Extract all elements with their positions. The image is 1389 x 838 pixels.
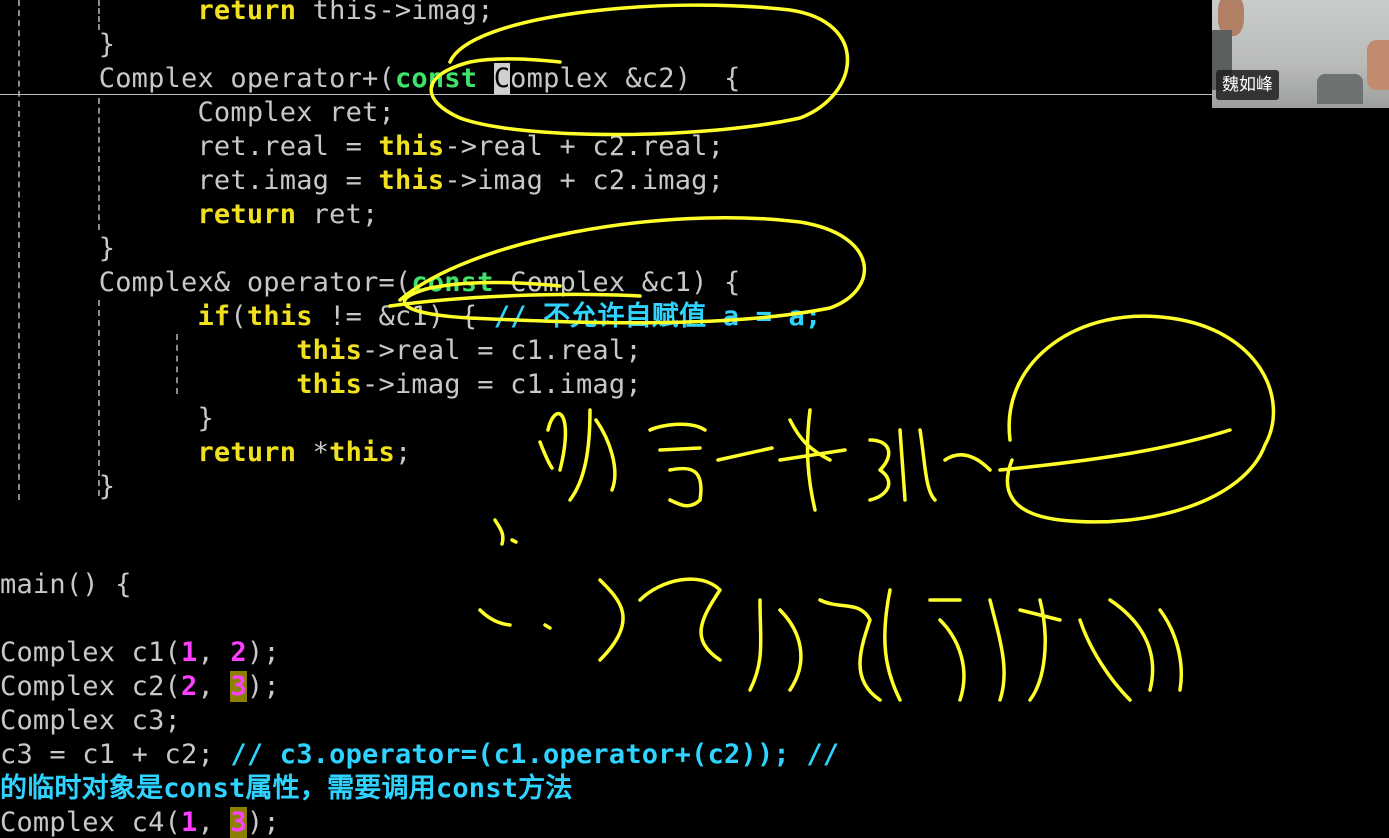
- code-text: != &c1) {: [312, 301, 494, 332]
- ink-underline-const: [998, 428, 1232, 472]
- code-line: this->real = c1.real;: [0, 334, 642, 368]
- code-line: Complex c2(2, 3);: [0, 670, 280, 704]
- code-line: return *this;: [0, 436, 411, 470]
- code-text: this->imag;: [296, 0, 494, 26]
- code-text: Complex &c1) {: [493, 267, 741, 298]
- ink-big-circle: [1005, 314, 1276, 524]
- code-text: Complex c1(: [0, 637, 182, 668]
- keyword-this: this: [378, 131, 445, 162]
- keyword-if: if: [197, 301, 231, 332]
- keyword-return: return: [197, 437, 297, 468]
- participant-arm: [1367, 40, 1389, 90]
- background-chair: [1317, 74, 1363, 104]
- number-literal: 1: [181, 807, 198, 838]
- code-line: Complex c1(1, 2);: [0, 636, 280, 670]
- code-line: Complex c3;: [0, 704, 181, 738]
- code-text: Complex c4(: [0, 807, 182, 838]
- ink-char-4: [868, 428, 907, 502]
- code-comment: 的临时对象是const属性，需要调用const方法: [0, 773, 573, 804]
- code-line: c3 = c1 + c2; // c3.operator=(c1.operato…: [0, 738, 839, 772]
- code-line: return ret;: [0, 198, 378, 232]
- code-line: if(this != &c1) { // 不允许自赋值 a = a;: [0, 300, 821, 334]
- code-text: ,: [197, 637, 231, 668]
- number-literal: 2: [181, 671, 198, 702]
- code-line: 的临时对象是const属性，需要调用const方法: [0, 772, 573, 806]
- code-text: ->imag + c2.imag;: [444, 165, 725, 196]
- code-text: Complex& operator=(: [98, 267, 412, 298]
- code-line: return this->imag;: [0, 0, 494, 28]
- code-text: omplex &c2) {: [510, 63, 741, 94]
- keyword: return: [197, 0, 297, 26]
- keyword-const: const: [394, 63, 478, 94]
- number-literal: 2: [230, 637, 247, 668]
- keyword-return: return: [197, 199, 297, 230]
- code-text: );: [246, 671, 280, 702]
- code-line: }: [0, 28, 115, 62]
- code-text: ,: [197, 671, 231, 702]
- ink-char-3: [778, 408, 847, 512]
- code-line: Complex& operator=(const Complex &c1) {: [0, 266, 741, 300]
- code-text: ->imag = c1.imag;: [362, 369, 642, 400]
- code-line: ret.real = this->real + c2.real;: [0, 130, 724, 164]
- keyword-const: const: [411, 267, 494, 298]
- code-line: Complex c4(1, 3);: [0, 806, 280, 838]
- code-text: ret;: [296, 199, 379, 230]
- code-text: Complex operator+(: [98, 63, 395, 94]
- number-literal: 1: [181, 637, 198, 668]
- code-line: Complex ret;: [0, 96, 395, 130]
- text-cursor: C: [493, 63, 511, 94]
- code-text: );: [246, 637, 280, 668]
- ink-char-5: [918, 428, 992, 502]
- code-text: (: [230, 301, 247, 332]
- ink-numeral-1: [538, 411, 568, 472]
- code-text: Complex ret;: [197, 97, 395, 128]
- code-text: ->real + c2.real;: [444, 131, 725, 162]
- code-text: ret.real =: [197, 131, 379, 162]
- code-line: main() {: [0, 568, 132, 602]
- code-text: }: [98, 233, 116, 264]
- participant-name-tag: 魏如峰: [1216, 70, 1279, 100]
- code-text: ,: [197, 807, 231, 838]
- code-line: }: [0, 402, 214, 436]
- webcam-video-tile[interactable]: 魏如峰: [1212, 0, 1389, 108]
- code-text: }: [197, 403, 214, 434]
- keyword-this: this: [378, 165, 445, 196]
- code-text: );: [246, 807, 280, 838]
- code-line: Complex operator+(const Complex &c2) {: [0, 62, 741, 96]
- screen-share-view: return this->imag; } Complex operator+(c…: [0, 0, 1389, 838]
- code-comment: // 不允许自赋值 a = a;: [493, 301, 822, 332]
- ink-char-1a: [568, 408, 617, 502]
- code-text: c3 = c1 + c2;: [0, 739, 231, 770]
- keyword-this: this: [246, 301, 313, 332]
- code-text: ;: [394, 437, 412, 468]
- code-text: ret.imag =: [197, 165, 379, 196]
- keyword-this: this: [329, 437, 395, 468]
- code-text: ->real = c1.real;: [362, 335, 642, 366]
- code-comment: // c3.operator=(c1.operator+(c2)); //: [230, 739, 840, 770]
- code-text: main() {: [0, 569, 132, 600]
- number-literal-highlighted: 3: [230, 807, 247, 838]
- code-text: Complex c2(: [0, 671, 182, 702]
- keyword-this: this: [296, 335, 363, 366]
- number-literal-highlighted: 3: [230, 671, 247, 702]
- code-text: Complex c3;: [0, 705, 182, 736]
- code-line: }: [0, 232, 115, 266]
- ink-char-2: [648, 422, 707, 508]
- code-line: }: [0, 470, 115, 504]
- ink-dash: [716, 446, 774, 462]
- code-line: this->imag = c1.imag;: [0, 368, 642, 402]
- keyword-this: this: [296, 369, 363, 400]
- code-text: }: [98, 29, 116, 60]
- code-text: }: [98, 471, 116, 502]
- code-text: *: [296, 437, 330, 468]
- code-line: ret.imag = this->imag + c2.imag;: [0, 164, 724, 198]
- ink-second-line: [478, 577, 1184, 702]
- ink-dots: [493, 518, 518, 546]
